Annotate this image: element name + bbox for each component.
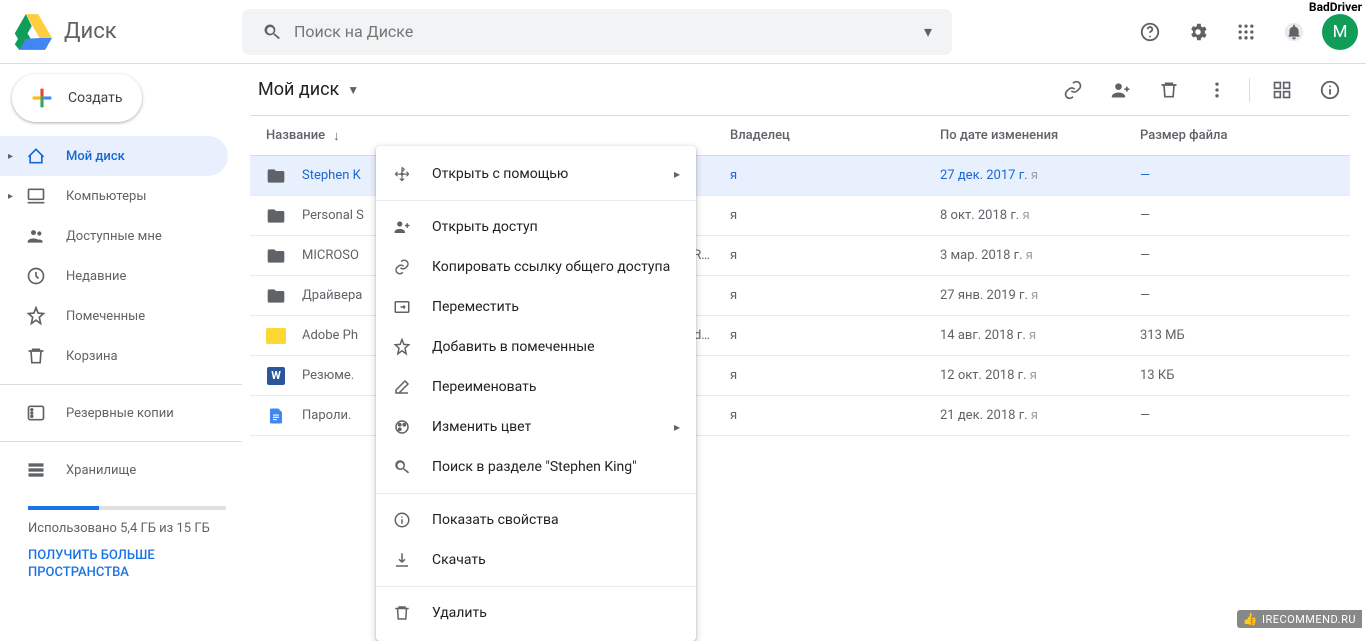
nav-icon <box>24 346 48 366</box>
col-owner-header[interactable]: Владелец <box>730 128 940 143</box>
apps-grid-icon[interactable] <box>1226 12 1266 52</box>
search-bar[interactable]: ▾ <box>242 9 952 55</box>
plus-icon <box>28 84 56 112</box>
expand-icon: ▸ <box>8 151 20 162</box>
trash-icon <box>392 604 412 622</box>
col-date-header[interactable]: По дате изменения <box>940 128 1140 143</box>
path-title[interactable]: Мой диск <box>250 79 339 100</box>
expand-icon: ▸ <box>8 191 20 202</box>
app-header: Диск ▾ M <box>0 0 1366 64</box>
storage-icon <box>24 460 48 480</box>
ctx-share[interactable]: Открыть доступ <box>376 207 696 247</box>
file-type-icon <box>266 166 286 186</box>
trash-icon[interactable] <box>1149 70 1189 110</box>
nav-icon <box>24 186 48 206</box>
download-icon <box>392 551 412 569</box>
info-icon <box>392 511 412 529</box>
share-icon <box>392 218 412 236</box>
ctx-star[interactable]: Добавить в помеченные <box>376 327 696 367</box>
new-button[interactable]: Создать <box>12 74 142 122</box>
sidebar-item-5[interactable]: Корзина <box>0 336 228 376</box>
ctx-info[interactable]: Показать свойства <box>376 500 696 540</box>
sidebar-storage[interactable]: Хранилище <box>0 450 228 490</box>
settings-gear-icon[interactable] <box>1178 12 1218 52</box>
nav-icon <box>24 306 48 326</box>
sidebar-item-2[interactable]: Доступные мне <box>0 216 228 256</box>
context-menu: Открыть с помощью▸ Открыть доступКопирова… <box>376 146 696 641</box>
path-dropdown-icon[interactable]: ▼ <box>347 83 359 97</box>
open-icon <box>392 165 412 183</box>
file-type-icon <box>266 206 286 226</box>
get-link-icon[interactable] <box>1053 70 1093 110</box>
user-label: BadDriver <box>1309 0 1362 14</box>
nav-icon <box>24 146 48 166</box>
path-bar: Мой диск ▼ <box>250 64 1350 116</box>
col-name-header[interactable]: Название <box>266 128 325 143</box>
watermark: 👍IRECOMMEND.RU <box>1237 610 1363 628</box>
product-name: Диск <box>64 19 117 44</box>
file-type-icon <box>266 406 286 426</box>
help-icon[interactable] <box>1130 12 1170 52</box>
notifications-icon[interactable] <box>1274 12 1314 52</box>
ctx-search[interactable]: Поиск в разделе "Stephen King" <box>376 447 696 487</box>
ctx-move[interactable]: Переместить <box>376 287 696 327</box>
more-options-icon[interactable] <box>1197 70 1237 110</box>
sidebar-item-3[interactable]: Недавние <box>0 256 228 296</box>
file-type-icon <box>266 286 286 306</box>
submenu-arrow-icon: ▸ <box>674 167 680 181</box>
storage-progress-bar <box>28 506 226 510</box>
sort-arrow-icon[interactable]: ↓ <box>333 128 340 144</box>
ctx-download[interactable]: Скачать <box>376 540 696 580</box>
search-icon <box>250 22 294 42</box>
sidebar: Создать ▸Мой диск▸КомпьютерыДоступные мн… <box>0 64 242 633</box>
ctx-color[interactable]: Изменить цвет▸ <box>376 407 696 447</box>
share-icon[interactable] <box>1101 70 1141 110</box>
nav-icon <box>24 226 48 246</box>
get-more-storage-link[interactable]: ПОЛУЧИТЬ БОЛЬШЕ ПРОСТРАНСТВА <box>28 548 226 582</box>
color-icon <box>392 418 412 436</box>
file-type-icon <box>266 326 286 346</box>
move-icon <box>392 298 412 316</box>
sidebar-item-0[interactable]: ▸Мой диск <box>0 136 228 176</box>
sidebar-item-1[interactable]: ▸Компьютеры <box>0 176 228 216</box>
user-avatar[interactable]: M <box>1322 14 1358 50</box>
backups-icon <box>24 403 48 423</box>
drive-logo-icon <box>12 14 52 50</box>
submenu-arrow-icon: ▸ <box>674 420 680 434</box>
ctx-link[interactable]: Копировать ссылку общего доступа <box>376 247 696 287</box>
grid-view-icon[interactable] <box>1262 70 1302 110</box>
link-icon <box>392 258 412 276</box>
star-icon <box>392 338 412 356</box>
col-size-header[interactable]: Размер файла <box>1140 128 1350 143</box>
sidebar-item-4[interactable]: Помеченные <box>0 296 228 336</box>
search-options-dropdown-icon[interactable]: ▾ <box>912 22 944 41</box>
ctx-open[interactable]: Открыть с помощью▸ <box>376 154 696 194</box>
nav-icon <box>24 266 48 286</box>
ctx-trash[interactable]: Удалить <box>376 593 696 633</box>
file-type-icon <box>266 246 286 266</box>
details-info-icon[interactable] <box>1310 70 1350 110</box>
storage-used-text: Использовано 5,4 ГБ из 15 ГБ <box>28 520 226 538</box>
search-input[interactable] <box>294 22 912 41</box>
sidebar-backups[interactable]: Резервные копии <box>0 393 228 433</box>
search-icon <box>392 458 412 476</box>
ctx-rename[interactable]: Переименовать <box>376 367 696 407</box>
file-type-icon: W <box>266 366 286 386</box>
logo-block: Диск <box>12 14 242 50</box>
rename-icon <box>392 378 412 396</box>
